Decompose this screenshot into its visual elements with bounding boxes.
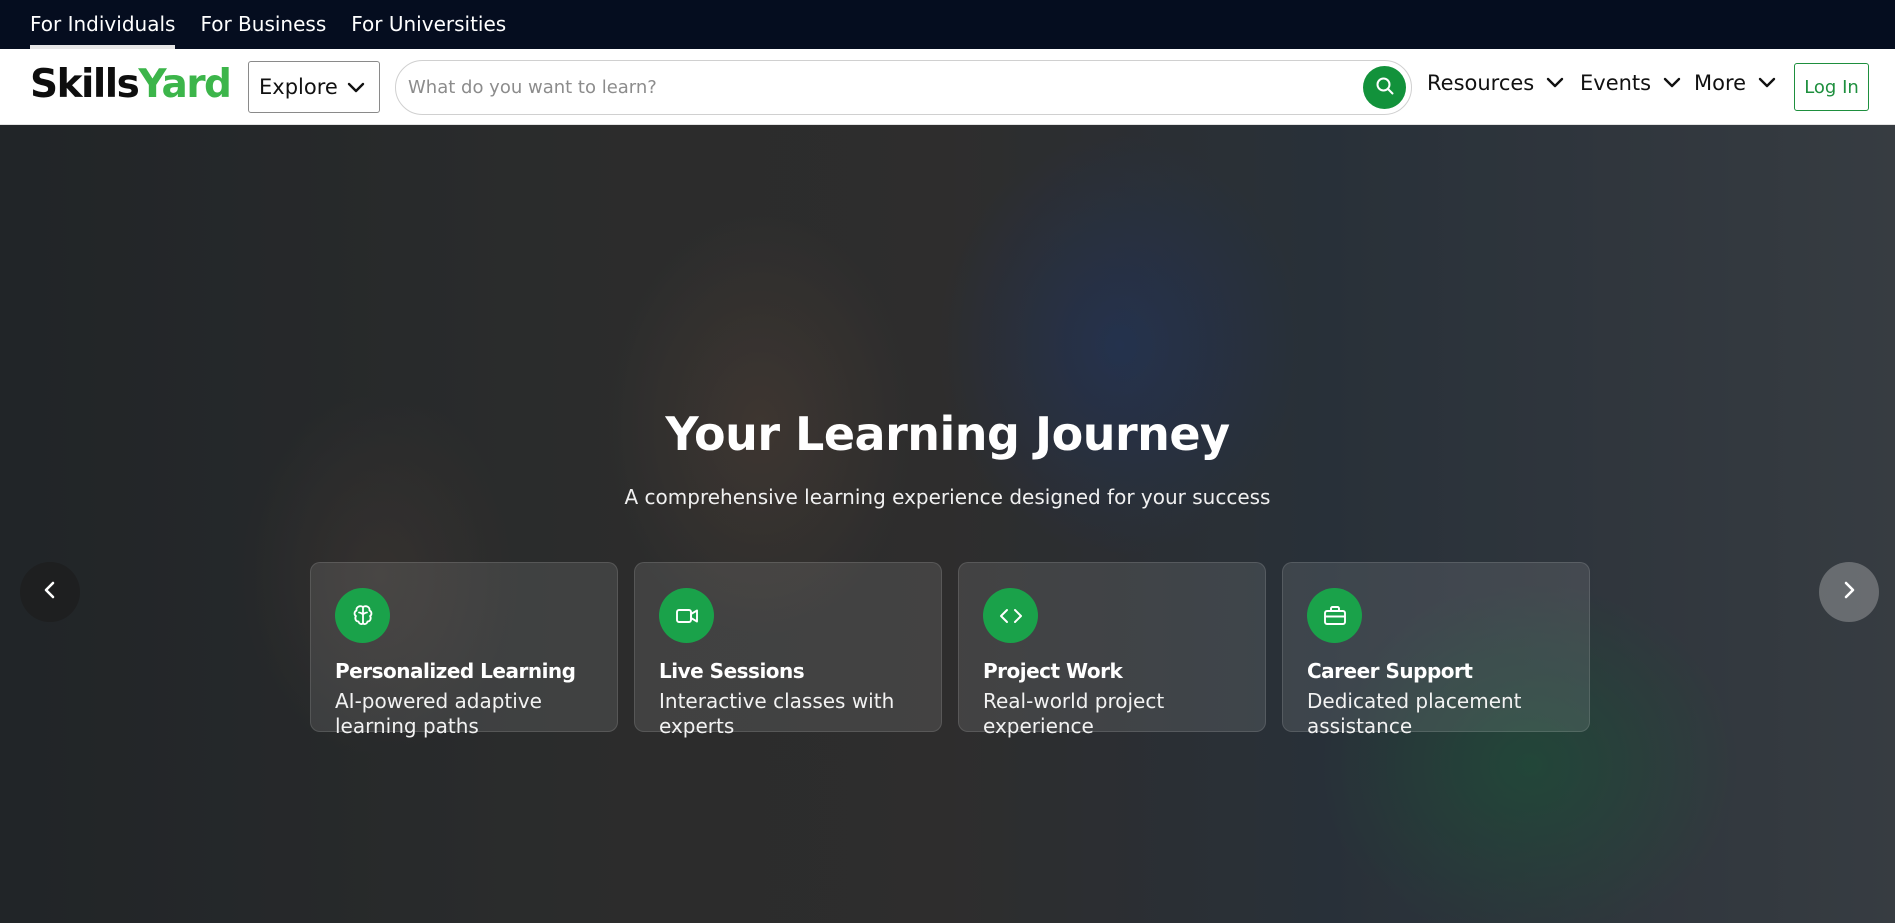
hero-background-image bbox=[0, 125, 1895, 923]
chevron-down-icon bbox=[347, 75, 365, 99]
skillsyard-logo[interactable]: SkillsYard bbox=[30, 62, 232, 107]
menu-events-label: Events bbox=[1580, 71, 1652, 95]
card-description: Interactive classes with experts bbox=[659, 689, 895, 738]
card-title: Live Sessions bbox=[659, 659, 805, 683]
card-description: AI-powered adaptive learning paths bbox=[335, 689, 542, 738]
chevron-left-icon bbox=[42, 580, 58, 604]
tab-for-individuals[interactable]: For Individuals bbox=[30, 0, 176, 49]
carousel-next-button[interactable] bbox=[1819, 562, 1879, 622]
explore-dropdown[interactable]: Explore bbox=[248, 61, 380, 113]
tab-for-business[interactable]: For Business bbox=[200, 0, 326, 49]
feature-card-career-support[interactable]: Career Support Dedicated placement assis… bbox=[1282, 562, 1590, 738]
search-button[interactable] bbox=[1363, 66, 1406, 109]
search-bar bbox=[395, 60, 1412, 115]
card-description: Dedicated placement assistance bbox=[1307, 689, 1522, 738]
code-icon bbox=[983, 588, 1038, 643]
hero-subtitle: A comprehensive learning experience desi… bbox=[624, 485, 1271, 509]
logo-text-yard: Yard bbox=[138, 62, 232, 107]
menu-resources-label: Resources bbox=[1427, 71, 1535, 95]
tab-for-universities[interactable]: For Universities bbox=[351, 0, 506, 49]
chevron-down-icon bbox=[1663, 77, 1681, 89]
feature-card-project-work[interactable]: Project Work Real-world project experien… bbox=[958, 562, 1266, 738]
brain-icon bbox=[335, 588, 390, 643]
explore-label: Explore bbox=[259, 75, 338, 99]
hero-title: Your Learning Journey bbox=[665, 407, 1230, 461]
card-description: Real-world project experience bbox=[983, 689, 1165, 738]
hero-banner: Your Learning Journey A comprehensive le… bbox=[0, 125, 1895, 923]
audience-bar: For Individuals For Business For Univers… bbox=[0, 0, 1895, 49]
chevron-down-icon bbox=[1758, 77, 1776, 89]
feature-card-live-sessions[interactable]: Live Sessions Interactive classes with e… bbox=[634, 562, 942, 738]
menu-more[interactable]: More bbox=[1694, 71, 1776, 95]
search-input[interactable] bbox=[406, 76, 1363, 99]
feature-card-personalized-learning[interactable]: Personalized Learning AI-powered adaptiv… bbox=[310, 562, 618, 738]
card-title: Career Support bbox=[1307, 659, 1473, 683]
menu-resources[interactable]: Resources bbox=[1427, 71, 1564, 95]
search-icon bbox=[1375, 76, 1395, 100]
chevron-right-icon bbox=[1841, 580, 1857, 604]
card-title: Project Work bbox=[983, 659, 1123, 683]
card-title: Personalized Learning bbox=[335, 659, 576, 683]
main-nav: SkillsYard Explore Resources Events More bbox=[0, 49, 1895, 125]
login-button[interactable]: Log In bbox=[1794, 63, 1869, 111]
chevron-down-icon bbox=[1546, 77, 1564, 89]
carousel-prev-button[interactable] bbox=[20, 562, 80, 622]
menu-more-label: More bbox=[1694, 71, 1747, 95]
logo-text-skills: Skills bbox=[30, 62, 140, 107]
menu-events[interactable]: Events bbox=[1580, 71, 1681, 95]
video-icon bbox=[659, 588, 714, 643]
briefcase-icon bbox=[1307, 588, 1362, 643]
